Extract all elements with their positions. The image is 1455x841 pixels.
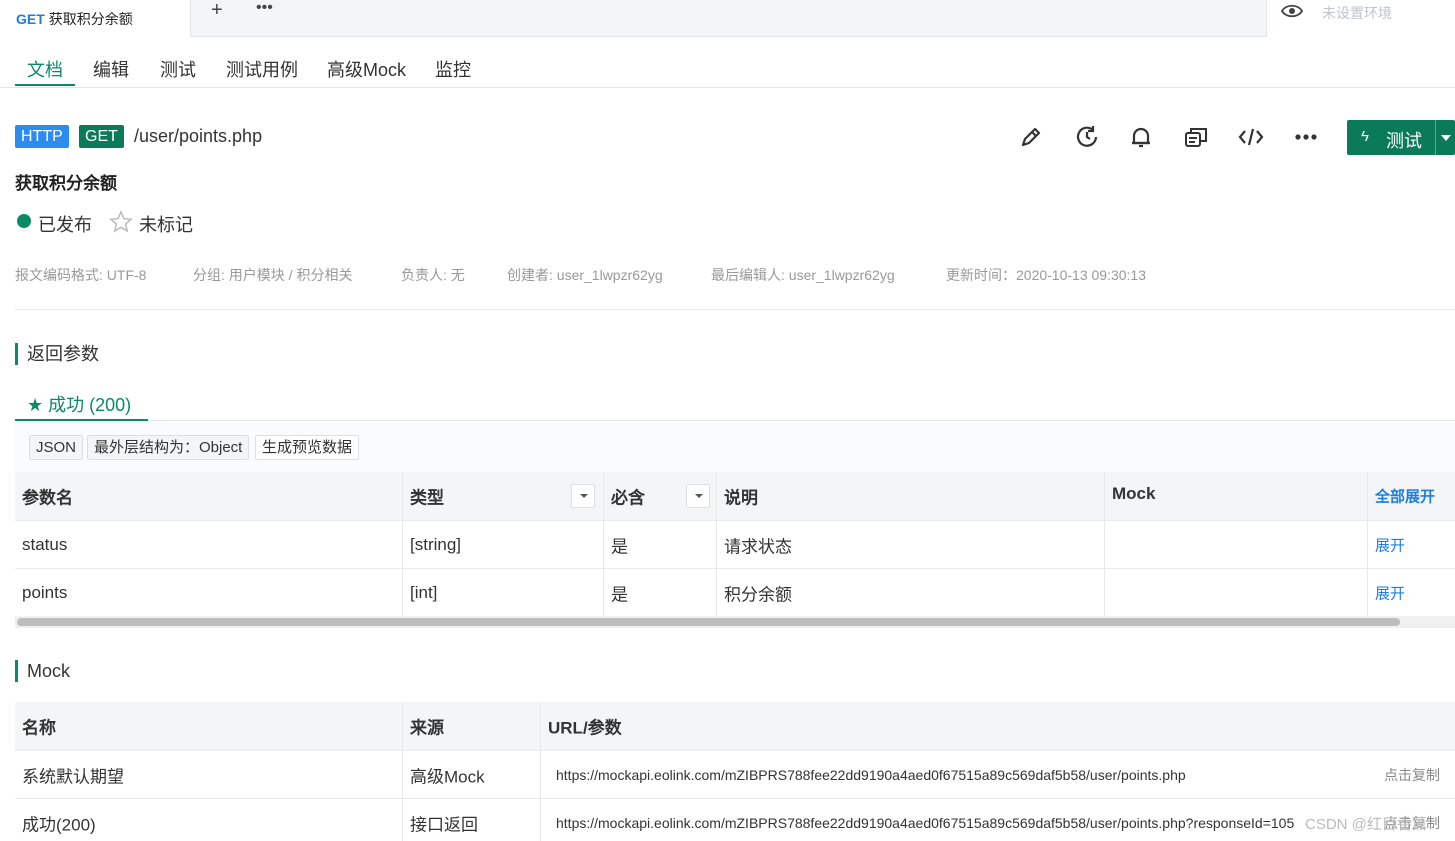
param-name: points xyxy=(22,582,68,602)
request-tab-strip: GET 获取积分余额 + ••• 未设置环境 xyxy=(0,0,1455,37)
divider xyxy=(15,309,1455,310)
table-row: 成功(200) 接口返回 https://mockapi.eolink.com/… xyxy=(15,799,1455,841)
col-type: 类型 xyxy=(410,488,444,508)
param-required: 是 xyxy=(611,537,628,556)
horizontal-scrollbar[interactable] xyxy=(15,616,1455,628)
expand-link[interactable]: 展开 xyxy=(1375,582,1405,603)
col-required: 必含 xyxy=(611,488,645,508)
environment-label: 未设置环境 xyxy=(1322,5,1392,21)
col-param-name: 参数名 xyxy=(22,488,73,508)
chevron-down-icon[interactable] xyxy=(1441,135,1451,141)
param-required: 是 xyxy=(611,585,628,604)
param-description: 积分余额 xyxy=(724,585,792,604)
expand-all-link[interactable]: 全部展开 xyxy=(1375,486,1435,507)
test-button-label: 测试 xyxy=(1386,131,1422,151)
structure-tag: 最外层结构为：Object xyxy=(87,435,250,460)
table-header: 名称 来源 URL/参数 xyxy=(15,702,1455,751)
history-icon[interactable] xyxy=(1072,122,1102,152)
param-type: [string] xyxy=(410,534,462,554)
response-section-title: 返回参数 xyxy=(15,343,99,365)
document-nav: 文档 编辑 测试 测试用例 高级Mock 监控 xyxy=(0,38,1455,88)
bell-icon[interactable] xyxy=(1126,122,1156,152)
mark-label[interactable]: 未标记 xyxy=(139,211,193,237)
meta-updated: 更新时间：2020-10-13 09:30:13 xyxy=(946,267,1146,283)
table-row: 系统默认期望 高级Mock https://mockapi.eolink.com… xyxy=(15,751,1455,799)
ellipsis-icon[interactable]: ••• xyxy=(256,0,273,16)
test-button[interactable]: ϟ 测试 xyxy=(1347,120,1455,155)
table-header: 参数名 类型 必含 说明 Mock 全部展开 xyxy=(15,472,1455,521)
plus-icon[interactable]: + xyxy=(211,0,223,20)
param-name: status xyxy=(22,534,68,554)
bolt-icon: ϟ xyxy=(1361,128,1369,145)
scrollbar-thumb[interactable] xyxy=(17,618,1400,626)
tab-monitor[interactable]: 监控 xyxy=(435,56,471,82)
col-mock: Mock xyxy=(1112,484,1156,503)
meta-encoding: 报文编码格式: UTF-8 xyxy=(15,267,147,283)
meta-owner: 负责人: 无 xyxy=(401,267,465,283)
mock-url[interactable]: https://mockapi.eolink.com/mZIBPRS788fee… xyxy=(556,815,1294,831)
param-description: 请求状态 xyxy=(724,537,792,556)
response-tabs: ★ 成功 (200) xyxy=(15,381,1455,421)
request-tab[interactable]: GET 获取积分余额 xyxy=(0,0,191,37)
tab-document[interactable]: 文档 xyxy=(27,56,63,82)
meta-group: 分组: 用户模块 / 积分相关 xyxy=(193,267,353,283)
request-tab-title: 获取积分余额 xyxy=(48,10,133,27)
param-mock xyxy=(1105,569,1368,616)
api-path: /user/points.php xyxy=(134,126,263,146)
col-description: 说明 xyxy=(724,488,758,508)
expand-link[interactable]: 展开 xyxy=(1375,534,1405,555)
star-icon[interactable] xyxy=(109,210,133,234)
mock-section-title: Mock xyxy=(15,660,70,682)
copy-icon[interactable] xyxy=(1181,122,1211,152)
format-tag: JSON xyxy=(29,435,84,460)
generate-preview-button[interactable]: 生成预览数据 xyxy=(255,435,360,460)
col-url: URL/参数 xyxy=(548,718,622,738)
col-source: 来源 xyxy=(410,718,444,738)
more-icon[interactable] xyxy=(1291,122,1321,152)
response-tag-row: JSON 最外层结构为：Object 生成预览数据 xyxy=(15,422,1455,472)
mock-source: 高级Mock xyxy=(410,767,485,786)
edit-icon[interactable] xyxy=(1016,122,1046,152)
type-filter-dropdown[interactable] xyxy=(571,484,595,508)
mock-name: 成功(200) xyxy=(22,815,96,834)
code-icon[interactable] xyxy=(1236,122,1266,152)
tab-edit[interactable]: 编辑 xyxy=(93,56,129,82)
param-type: [int] xyxy=(410,582,438,602)
param-mock xyxy=(1105,521,1368,568)
api-title: 获取积分余额 xyxy=(15,174,117,193)
mock-url[interactable]: https://mockapi.eolink.com/mZIBPRS788fee… xyxy=(556,767,1186,783)
mock-name: 系统默认期望 xyxy=(22,767,124,786)
meta-last-editor: 最后编辑人: user_1lwpzr62yg xyxy=(711,267,895,283)
copy-link[interactable]: 点击复制 xyxy=(1384,765,1440,785)
tab-success-200[interactable]: ★ 成功 (200) xyxy=(15,381,148,421)
table-row: status [string] 是 请求状态 展开 xyxy=(15,521,1455,569)
tab-test[interactable]: 测试 xyxy=(160,56,196,82)
status-dot-icon xyxy=(17,214,31,228)
environment-selector[interactable]: 未设置环境 xyxy=(1266,0,1455,37)
required-filter-dropdown[interactable] xyxy=(686,484,710,508)
table-row: points [int] 是 积分余额 展开 xyxy=(15,569,1455,617)
eye-icon[interactable] xyxy=(1281,2,1303,20)
watermark: CSDN @红目香薰 xyxy=(1305,816,1427,833)
star-filled-icon: ★ xyxy=(27,395,44,415)
tab-test-cases[interactable]: 测试用例 xyxy=(226,56,298,82)
col-mock-name: 名称 xyxy=(22,718,56,738)
test-button-divider xyxy=(1435,120,1436,155)
tab-advanced-mock[interactable]: 高级Mock xyxy=(327,56,406,82)
tab-success-label: 成功 (200) xyxy=(48,395,132,415)
meta-creator: 创建者: user_1lwpzr62yg xyxy=(507,267,663,283)
protocol-badge: HTTP xyxy=(15,125,69,148)
mock-source: 接口返回 xyxy=(410,815,478,834)
method-badge: GET xyxy=(79,125,124,148)
request-tab-method: GET xyxy=(16,10,45,27)
active-tab-underline xyxy=(15,84,75,86)
api-status[interactable]: 已发布 xyxy=(38,211,92,237)
